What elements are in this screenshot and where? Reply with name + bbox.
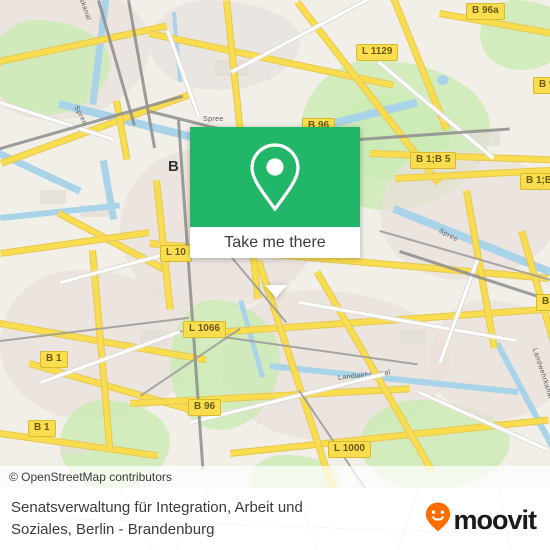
place-caption: Senatsverwaltung für Integration, Arbeit… xyxy=(11,499,303,538)
moovit-logo[interactable]: moovit xyxy=(425,502,537,537)
road-shield: B 9 xyxy=(533,77,550,94)
popup-icon-area xyxy=(190,127,360,227)
map-attribution-bar: © OpenStreetMap contributors xyxy=(0,466,550,488)
map-pin-icon xyxy=(246,140,304,214)
road-shield: B 1 xyxy=(28,420,56,437)
road-shield: B 9 xyxy=(536,294,550,311)
moovit-wordmark: moovit xyxy=(453,504,537,535)
location-popup-card[interactable]: Take me there xyxy=(190,127,360,298)
attribution-text: © OpenStreetMap contributors xyxy=(9,470,172,484)
road-shield: L 10 xyxy=(160,245,192,262)
road-shield: L 1066 xyxy=(183,321,226,338)
road-shield: B 96 xyxy=(188,399,222,416)
road-shield: L 1129 xyxy=(356,44,399,61)
popup-cta-area[interactable]: Take me there xyxy=(190,227,360,258)
road-shield: B 1;B xyxy=(520,173,550,190)
road-shield: B 1 xyxy=(40,351,68,368)
road-shield: B 1;B 5 xyxy=(410,152,457,169)
moovit-map-screenshot: Spree Spree Spree tskanal Landwehrkanal … xyxy=(0,0,550,550)
footer-bar: Senatsverwaltung für Integration, Arbeit… xyxy=(0,488,550,550)
road-shield: L 1000 xyxy=(328,441,371,458)
take-me-there-label: Take me there xyxy=(224,233,326,251)
popup-pointer-tail xyxy=(265,285,287,298)
moovit-pin-smile-icon xyxy=(425,502,451,537)
road-shield: B 96a xyxy=(466,3,505,20)
